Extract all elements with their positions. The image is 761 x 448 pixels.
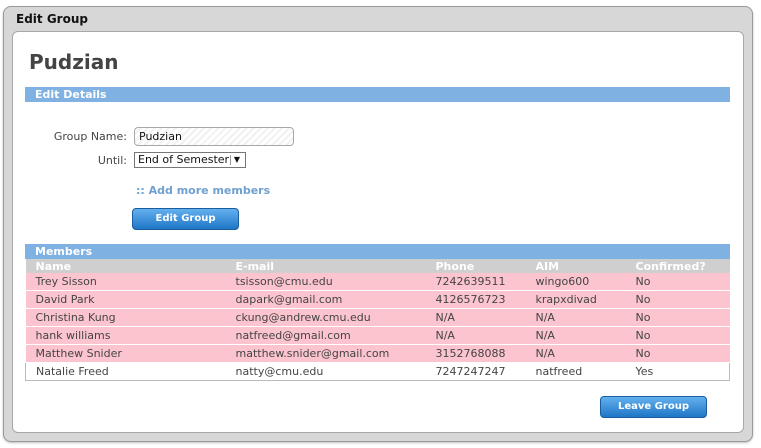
member-phone: 7242639511 [425,273,526,291]
column-header-confirmed: Confirmed? [625,259,730,273]
until-label: Until: [97,154,127,167]
member-aim: N/A [525,344,626,363]
member-phone: N/A [425,326,526,345]
member-row: Matthew Snider matthew.snider@gmail.com … [25,344,730,363]
column-header-email: E-mail [225,259,426,273]
member-confirmed: Yes [625,362,730,381]
until-selected-value: End of Semester [138,153,230,166]
member-name: Matthew Snider [25,344,226,363]
window-title: Edit Group [16,12,88,26]
member-email: matthew.snider@gmail.com [225,344,426,363]
member-email: natty@cmu.edu [225,362,426,381]
member-name: hank williams [25,326,226,345]
leave-group-button[interactable]: Leave Group [600,396,707,418]
member-confirmed: No [625,344,730,363]
member-aim: wingo600 [525,273,626,291]
group-name-label: Group Name: [53,130,127,143]
column-header-aim: AIM [525,259,626,273]
edit-group-window: Edit Group Pudzian Edit Details Group Na… [3,6,753,442]
member-name: Natalie Freed [25,362,226,381]
member-phone: 4126576723 [425,290,526,309]
member-row: Natalie Freed natty@cmu.edu 7247247247 n… [25,362,730,381]
group-name-heading: Pudzian [29,50,119,74]
member-phone: N/A [425,308,526,327]
member-row: hank williams natfreed@gmail.com N/A N/A… [25,326,730,345]
members-table: Name E-mail Phone AIM Confirmed? Trey Si… [25,259,730,381]
member-name: David Park [25,290,226,309]
member-confirmed: No [625,308,730,327]
content-panel: Pudzian Edit Details Group Name: Until: … [12,31,744,433]
member-row: Christina Kung ckung@andrew.cmu.edu N/A … [25,308,730,327]
member-aim: N/A [525,308,626,327]
dropdown-arrow-icon: ▼ [230,155,243,165]
group-name-input[interactable] [134,127,294,146]
members-header: Members [25,244,730,259]
edit-group-button[interactable]: Edit Group [132,208,239,230]
members-table-header-row: Name E-mail Phone AIM Confirmed? [25,259,730,273]
member-confirmed: No [625,273,730,291]
member-email: natfreed@gmail.com [225,326,426,345]
member-aim: krapxdivad [525,290,626,309]
member-row: David Park dapark@gmail.com 4126576723 k… [25,290,730,309]
column-header-name: Name [25,259,226,273]
member-email: tsisson@cmu.edu [225,273,426,291]
edit-details-header: Edit Details [25,87,730,102]
add-more-members-link[interactable]: :: Add more members [136,184,270,197]
member-aim: N/A [525,326,626,345]
until-select[interactable]: End of Semester ▼ [134,152,246,168]
member-aim: natfreed [525,362,626,381]
member-confirmed: No [625,326,730,345]
member-name: Christina Kung [25,308,226,327]
member-row: Trey Sisson tsisson@cmu.edu 7242639511 w… [25,273,730,291]
member-email: dapark@gmail.com [225,290,426,309]
member-phone: 3152768088 [425,344,526,363]
member-name: Trey Sisson [25,273,226,291]
member-confirmed: No [625,290,730,309]
member-email: ckung@andrew.cmu.edu [225,308,426,327]
column-header-phone: Phone [425,259,526,273]
member-phone: 7247247247 [425,362,526,381]
